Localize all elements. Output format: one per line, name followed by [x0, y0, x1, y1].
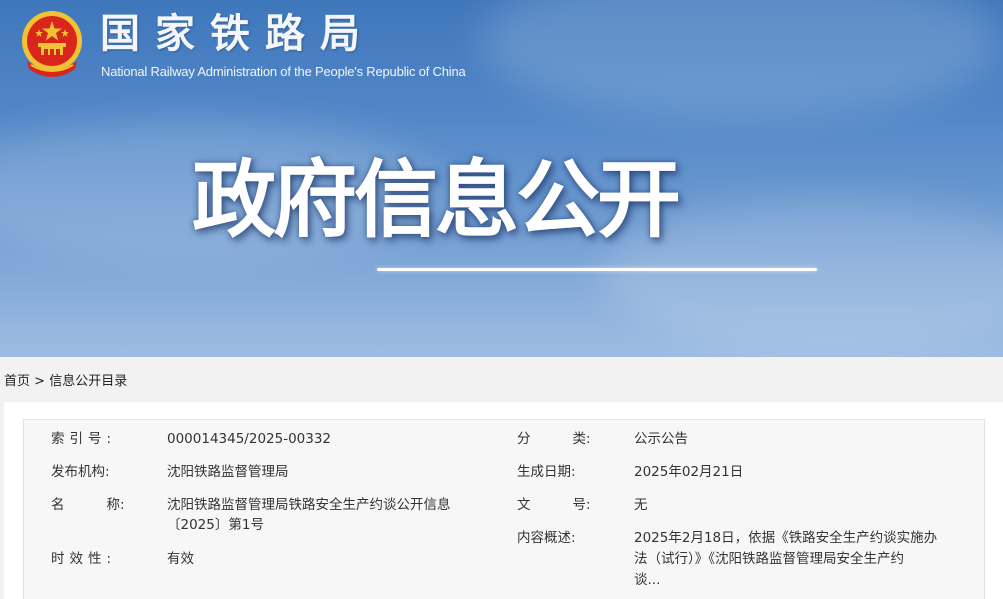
- hero-title: 政府信息公开: [192, 151, 681, 249]
- index-no-label: 索引号:: [51, 431, 117, 447]
- document-info-table: 索引号: 000014345/2025-00332 分 类: 公示公告 发布机构:…: [23, 419, 985, 599]
- breadcrumb-current-link[interactable]: 信息公开目录: [49, 374, 127, 389]
- category-value: 公示公告: [634, 431, 688, 447]
- site-subtitle: National Railway Administration of the P…: [101, 64, 466, 79]
- summary-value-line3: 谈...: [634, 572, 661, 588]
- breadcrumb-separator: >: [34, 374, 46, 389]
- name-label-a: 名: [51, 497, 65, 513]
- created-date-label: 生成日期:: [517, 464, 576, 480]
- site-title[interactable]: 国家铁路局: [100, 6, 375, 62]
- name-value-line2: 〔2025〕第1号: [167, 517, 264, 533]
- validity-label: 时效性:: [51, 551, 117, 567]
- doc-no-label-a: 文: [517, 497, 531, 513]
- cloud-decoration: [480, 0, 1000, 120]
- national-emblem-icon[interactable]: [19, 9, 85, 81]
- doc-no-label: 文 号:: [517, 495, 591, 515]
- publisher-value: 沈阳铁路监督管理局: [167, 464, 289, 480]
- breadcrumb: 首页 > 信息公开目录: [4, 370, 127, 389]
- category-label-a: 分: [517, 431, 531, 447]
- category-label: 分 类:: [517, 429, 591, 449]
- name-label: 名 称:: [51, 495, 125, 515]
- doc-no-value: 无: [634, 497, 648, 513]
- publisher-label: 发布机构:: [51, 464, 110, 480]
- created-date-value: 2025年02月21日: [634, 464, 744, 480]
- summary-value-line1: 2025年2月18日，依据《铁路安全生产约谈实施办: [634, 530, 938, 546]
- category-label-b: 类:: [572, 431, 591, 447]
- breadcrumb-home-link[interactable]: 首页: [4, 374, 30, 389]
- validity-value: 有效: [167, 551, 194, 567]
- hero-underline: [377, 268, 817, 271]
- name-label-b: 称:: [106, 497, 125, 513]
- doc-no-label-b: 号:: [572, 497, 591, 513]
- summary-label: 内容概述:: [517, 530, 576, 546]
- header-banner: 国家铁路局 National Railway Administration of…: [0, 0, 1003, 357]
- content-panel: 索引号: 000014345/2025-00332 分 类: 公示公告 发布机构:…: [4, 402, 1003, 599]
- index-no-value: 000014345/2025-00332: [167, 431, 332, 447]
- name-value-line1: 沈阳铁路监督管理局铁路安全生产约谈公开信息: [167, 497, 451, 513]
- summary-value-line2: 法（试行）》《沈阳铁路监督管理局安全生产约: [634, 551, 904, 567]
